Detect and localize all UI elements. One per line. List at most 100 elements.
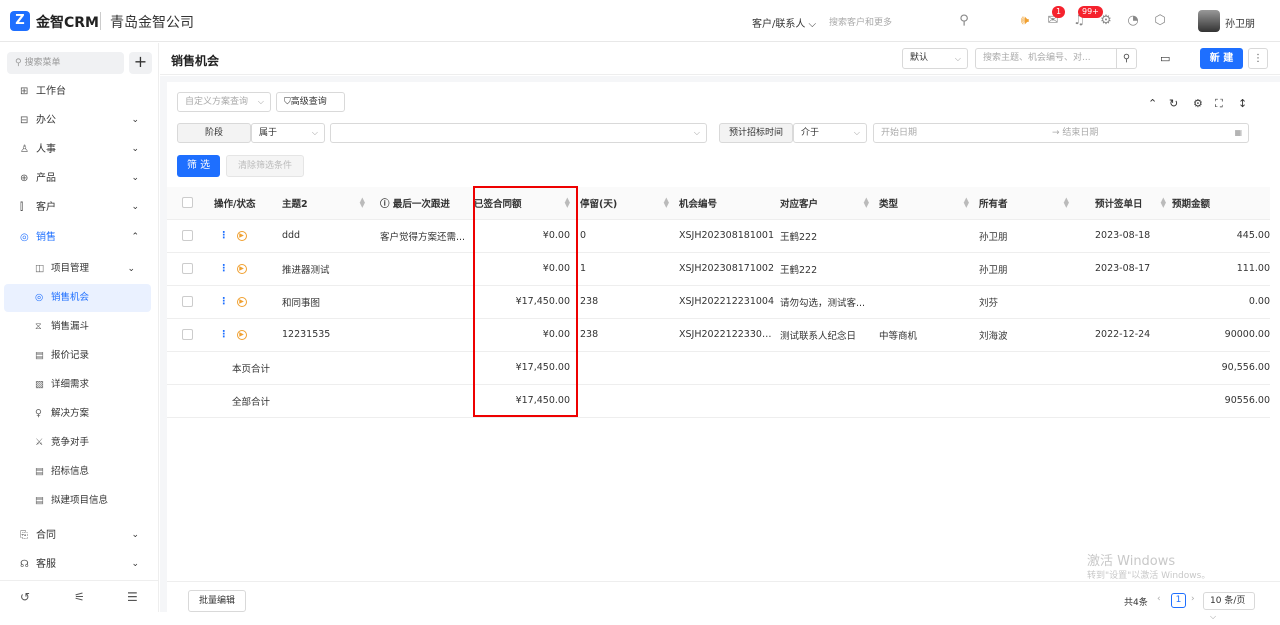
sidebar-item-requirements[interactable]: ▧ 详细需求 [4,371,151,399]
customer-link[interactable]: 王鹤222 [776,219,875,253]
next-page-icon[interactable]: › [1191,594,1195,604]
sidebar-item-planned-projects[interactable]: ▤ 拟建项目信息 [4,487,151,515]
row-operations[interactable]: ⋮ ▶ [205,219,272,253]
page-number-current[interactable]: 1 [1171,593,1186,608]
subject-link[interactable]: ddd [272,219,371,253]
row-operations[interactable]: ⋮ ▶ [205,252,272,286]
row-checkbox[interactable] [167,219,205,253]
col-type[interactable]: 类型 ▲ ▼ [875,187,975,220]
height-icon[interactable]: ↕ [1238,97,1247,110]
more-actions-icon[interactable]: ⋮ [219,296,229,307]
row-checkbox[interactable] [167,285,205,319]
sort-icon[interactable]: ▲ ▼ [964,197,969,209]
add-menu-button[interactable]: + [129,52,152,74]
col-expected-amount[interactable]: 预期金额▲▼ [1172,187,1270,220]
filter-button[interactable]: 筛 选 [177,155,220,177]
sidebar-item-solutions[interactable]: ♀ 解决方案 [4,400,151,428]
batch-edit-button[interactable]: 批量编辑 [188,590,246,612]
sidebar-item-office[interactable]: ⊟ 办公 ⌄ [0,106,159,135]
col-customer[interactable]: 对应客户 ▲ ▼ [776,187,875,220]
global-search-input[interactable]: 搜索客户和更多 [829,15,892,28]
message-icon[interactable]: ✉ 1 [1044,6,1066,30]
row-operations[interactable]: ⋮ ▶ [205,318,272,352]
col-subject[interactable]: 主题2 ▲ ▼ [272,187,371,220]
clear-filter-button[interactable]: 清除筛选条件 [226,155,304,177]
prev-page-icon[interactable]: ‹ [1157,594,1161,604]
history-icon[interactable]: ↺ [20,590,30,604]
row-checkbox[interactable] [167,252,205,286]
sidebar-item-hr[interactable]: ♙ 人事 ⌄ [0,135,159,164]
stage-value-select[interactable]: ⌵ [330,123,707,143]
customer-link[interactable]: 王鹤222 [776,252,875,286]
col-owner[interactable]: 所有者 ▲ ▼ [975,187,1075,220]
followup-link[interactable] [371,318,474,352]
menu-search-input[interactable]: ⚲ 搜索菜单 [7,52,124,74]
record-search-input[interactable]: 搜索主题、机会编号、对... [975,48,1118,69]
customer-link[interactable]: 请勿勾选，测试客... [776,285,875,319]
new-button[interactable]: 新 建 [1200,48,1243,69]
sidebar-item-competitors[interactable]: ⚔ 竞争对手 [4,429,151,457]
cube-icon[interactable]: ⬡ [1151,12,1169,30]
table-row[interactable]: ⋮ ▶ 12231535 ¥0.00 238 XSJH2022122330003 … [167,318,1270,352]
sidebar-item-tenders[interactable]: ▤ 招标信息 [4,458,151,486]
collapse-menu-icon[interactable]: ☰ [127,590,138,604]
search-icon[interactable]: ⚲ [1116,48,1137,69]
sidebar-item-opportunity[interactable]: ◎ 销售机会 [4,284,151,312]
user-name[interactable]: 孙卫朋 [1225,15,1255,30]
sort-icon[interactable]: ▲ ▼ [864,197,869,209]
col-expected-sign-date[interactable]: 预计签单日 ▲ ▼ [1075,187,1172,220]
refresh-icon[interactable]: ↻ [1169,97,1178,110]
settings-icon[interactable]: ⚙ [1193,97,1203,110]
followup-link[interactable] [371,285,474,319]
subject-link[interactable]: 12231535 [272,318,371,352]
table-row[interactable]: ⋮ ▶ 推进器测试 ¥0.00 1 XSJH202308171002 王鹤222 … [167,252,1270,286]
sort-icon[interactable]: ▲ ▼ [1161,197,1166,209]
chart-icon[interactable]: ◔ [1124,12,1142,30]
followup-link[interactable]: 客户觉得方案还需... [371,219,474,253]
advanced-query-button[interactable]: ⛉高级查询 [276,92,345,112]
speaker-icon[interactable]: 🕪 [1016,12,1034,30]
row-operations[interactable]: ⋮ ▶ [205,285,272,319]
more-actions-icon[interactable]: ⋮ [219,230,229,241]
divider [100,12,101,30]
custom-query-select[interactable]: 自定义方案查询 ⌵ [177,92,271,112]
customer-link[interactable]: 测试联系人纪念日 [776,318,875,352]
gear-icon[interactable]: ⚙ [1097,12,1115,30]
sidebar-item-customer[interactable]: ⫿ 客户 ⌄ [0,193,159,222]
followup-link[interactable] [371,252,474,286]
table-row[interactable]: ⋮ ▶ 和同事图 ¥17,450.00 238 XSJH202212231004 … [167,285,1270,319]
row-checkbox[interactable] [167,318,205,352]
sort-icon[interactable]: ▲ ▼ [1064,197,1069,209]
sidebar-item-funnel[interactable]: ⧖ 销售漏斗 [4,313,151,341]
sidebar-item-product[interactable]: ⊕ 产品 ⌄ [0,164,159,193]
subject-link[interactable]: 和同事图 [272,285,371,319]
search-icon[interactable]: ⚲ [955,12,973,30]
sidebar-item-contract[interactable]: ⎘ 合同 ⌄ [0,521,159,550]
bell-icon[interactable]: ♫ 99+ [1070,6,1103,30]
stage-operator-select[interactable]: 属于 ⌵ [251,123,325,143]
search-scope-select[interactable]: 客户/联系人 ⌵ [752,15,816,30]
col-stay-days[interactable]: 停留(天) ▲ ▼ [576,187,675,220]
select-all-checkbox[interactable] [167,187,205,220]
sidebar-item-service[interactable]: ☊ 客服 ⌄ [0,550,159,579]
avatar[interactable] [1198,10,1220,32]
more-actions-icon[interactable]: ⋮ [219,329,229,340]
subject-link[interactable]: 推进器测试 [272,252,371,286]
sort-icon[interactable]: ▲ ▼ [360,197,365,209]
page-size-select[interactable]: 10 条/页 ⌵ [1203,592,1255,621]
sidebar-item-sales[interactable]: ◎ 销售 ⌃ [0,223,159,252]
sliders-icon[interactable]: ⚟ [74,590,85,604]
sidebar-item-workbench[interactable]: ⊞ 工作台 [0,77,159,106]
view-select[interactable]: 默认 ⌵ [902,48,968,69]
date-operator-select[interactable]: 介于 ⌵ [793,123,867,143]
sidebar-item-quotes[interactable]: ▤ 报价记录 [4,342,151,370]
date-range-input[interactable]: 开始日期 → 结束日期 ▦ [873,123,1249,143]
more-actions-icon[interactable]: ⋮ [219,263,229,274]
sort-icon[interactable]: ▲ ▼ [664,197,669,209]
more-icon[interactable]: ⋮ [1248,48,1268,69]
sidebar-item-project-mgmt[interactable]: ◫ 项目管理 ⌄ [4,255,151,283]
collapse-up-icon[interactable]: ⌃ [1148,97,1157,110]
monitor-icon[interactable]: ▭ [1160,52,1170,65]
fullscreen-icon[interactable]: ⛶ [1215,97,1223,111]
table-row[interactable]: ⋮ ▶ ddd 客户觉得方案还需... ¥0.00 0 XSJH202308181… [167,219,1270,253]
